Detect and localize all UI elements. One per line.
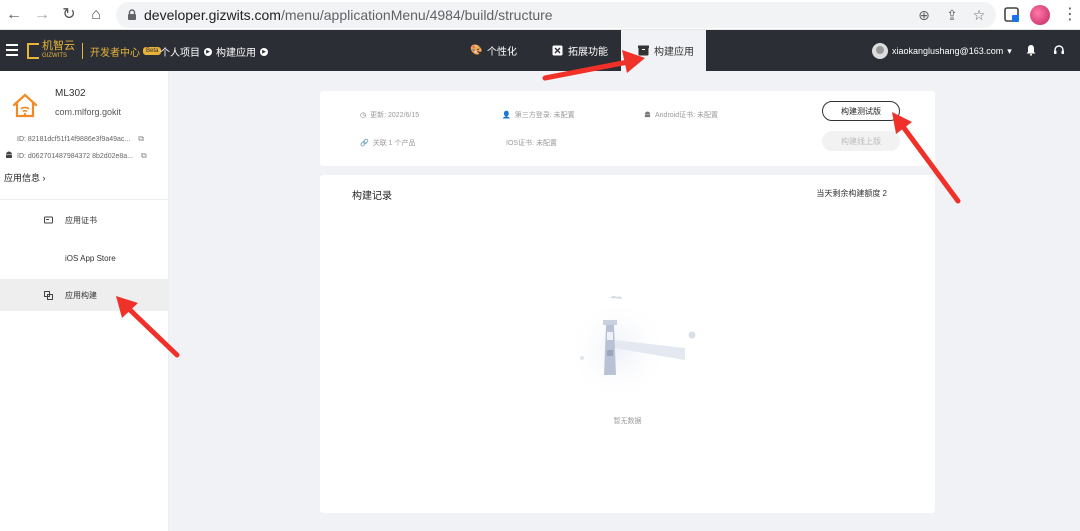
ios-id: ID: 82181dcf51f14f9886e3f9a49ac... (17, 135, 131, 143)
share-icon[interactable]: ⇪ (944, 7, 960, 23)
user-email: xiaokanglushang@163.com (892, 46, 1004, 56)
app-name: ML302 (55, 88, 86, 99)
user-menu[interactable]: xiaokanglushang@163.com ▾ (872, 42, 1012, 60)
build-icon (44, 290, 53, 300)
apple-icon (44, 254, 53, 263)
home-icon[interactable]: ⌂ (86, 5, 106, 25)
lighthouse-empty-illustration (566, 293, 696, 390)
build-records-card: 构建记录 当天剩余构建额度 2 暂无数据 (320, 175, 935, 513)
zoom-icon[interactable]: ⊕ (916, 7, 932, 23)
tab-build-app[interactable]: 构建应用 (621, 30, 706, 71)
bell-icon[interactable] (1024, 43, 1038, 57)
update-date: ◷ 更新: 2022/6/15 (360, 110, 419, 120)
crumb-build[interactable]: 构建应用 (216, 44, 256, 59)
back-arrow-icon[interactable]: ← (4, 5, 24, 25)
build-test-button[interactable]: 构建测试版 (822, 101, 900, 121)
update-date-text: 更新: 2022/6/15 (370, 112, 420, 119)
logo-divider (82, 43, 83, 59)
app-package: com.mlforg.gokit (55, 107, 122, 117)
headset-icon[interactable] (1052, 43, 1066, 57)
sidebar-divider (0, 199, 169, 200)
gizwits-logo[interactable]: 机智云 GIZWITS 开发者中心 Beta (27, 41, 162, 61)
empty-state-text: 暂无数据 (613, 418, 642, 425)
build-online-button[interactable]: 构建线上版 (822, 131, 900, 151)
crumb-project[interactable]: 个人项目 (160, 44, 200, 59)
bookmark-star-icon[interactable]: ☆ (971, 7, 987, 23)
puzzle-icon (552, 45, 563, 56)
tab-personalize[interactable]: 🎨 个性化 (470, 30, 517, 71)
hamburger-menu-icon[interactable] (6, 44, 18, 56)
linked-products[interactable]: 🔗 关联 1 个产品 (360, 138, 416, 148)
tab-label: 个性化 (487, 47, 517, 58)
sidebar-item-label: iOS App Store (65, 253, 116, 263)
ios-id-row: ID: 82181dcf51f14f9886e3f9a49ac... ⧉ (5, 134, 144, 144)
app-info-link[interactable]: 应用信息 › (4, 171, 46, 184)
ios-cert-text: IOS证书: 未配置 (506, 140, 557, 147)
build-quota: 当天剩余构建额度 2 (816, 189, 887, 198)
palette-icon: 🎨 (470, 45, 483, 56)
house-wifi-icon (12, 93, 38, 118)
extension-icon[interactable] (1003, 6, 1021, 24)
android-icon (644, 110, 651, 120)
android-cert-text: Android证书: 未配置 (655, 112, 719, 119)
sidebar-item-ios-app-store[interactable]: iOS App Store (0, 242, 169, 274)
android-id: ID: d062701487984372 8b2d02e8a... (17, 152, 133, 160)
sidebar-item-label: 应用构建 (65, 290, 97, 300)
sidebar-item-certificate[interactable]: 应用证书 (0, 204, 169, 236)
third-party-text: 第三方登录: 未配置 (514, 112, 575, 119)
third-party-login: 👤 第三方登录: 未配置 (502, 110, 575, 120)
box-icon (638, 45, 649, 56)
clock-icon: ◷ (360, 112, 367, 119)
chevron-right-icon: ▶ (260, 47, 268, 56)
forward-arrow-icon[interactable]: → (32, 5, 52, 25)
beta-badge: Beta (143, 47, 162, 55)
copy-icon[interactable]: ⧉ (138, 134, 144, 144)
android-icon (5, 151, 13, 161)
browser-toolbar: ← → ↻ ⌂ developer.gizwits.com/menu/appli… (0, 0, 1080, 30)
chevron-right-icon: › (42, 173, 46, 183)
profile-avatar[interactable] (1030, 5, 1050, 25)
copy-icon[interactable]: ⧉ (141, 151, 147, 161)
reload-icon[interactable]: ↻ (59, 5, 79, 25)
sidebar: ML302 com.mlforg.gokit ID: 82181dcf51f14… (0, 71, 169, 531)
logo-mark-icon (27, 43, 39, 59)
logo-sub: GIZWITS (42, 53, 67, 59)
url-text: developer.gizwits.com/menu/applicationMe… (144, 7, 553, 23)
linked-text: 关联 1 个产品 (372, 140, 416, 147)
sidebar-item-label: 应用证书 (65, 215, 97, 225)
tab-label: 拓展功能 (568, 47, 608, 58)
link-icon: 🔗 (360, 140, 369, 147)
ios-cert: IOS证书: 未配置 (502, 138, 557, 148)
caret-down-icon: ▾ (1007, 45, 1012, 56)
app-info-card: ◷ 更新: 2022/6/15 👤 第三方登录: 未配置 Android证书: 未配… (320, 91, 935, 166)
app-info-label: 应用信息 (4, 173, 41, 183)
android-cert: Android证书: 未配置 (644, 110, 718, 120)
tab-label: 构建应用 (654, 47, 694, 58)
android-id-row: ID: d062701487984372 8b2d02e8a... ⧉ (5, 151, 147, 161)
address-bar[interactable]: developer.gizwits.com/menu/applicationMe… (116, 2, 996, 28)
certificate-icon (44, 216, 53, 225)
dev-center-label: 开发者中心 (90, 47, 140, 59)
sidebar-item-app-build[interactable]: 应用构建 (0, 279, 169, 311)
records-title: 构建记录 (352, 191, 392, 202)
tab-extensions[interactable]: 拓展功能 (552, 30, 608, 71)
more-menu-icon[interactable]: ⋮ (1062, 6, 1078, 24)
lock-icon (128, 9, 136, 20)
user-icon: 👤 (502, 112, 511, 119)
breadcrumb: 个人项目 ▶ 构建应用 ▶ (160, 44, 268, 59)
app-header: 机智云 GIZWITS 开发者中心 Beta 个人项目 ▶ 构建应用 ▶ 🎨 个性… (0, 30, 1080, 71)
user-avatar (872, 43, 888, 59)
chevron-right-icon: ▶ (204, 47, 212, 56)
